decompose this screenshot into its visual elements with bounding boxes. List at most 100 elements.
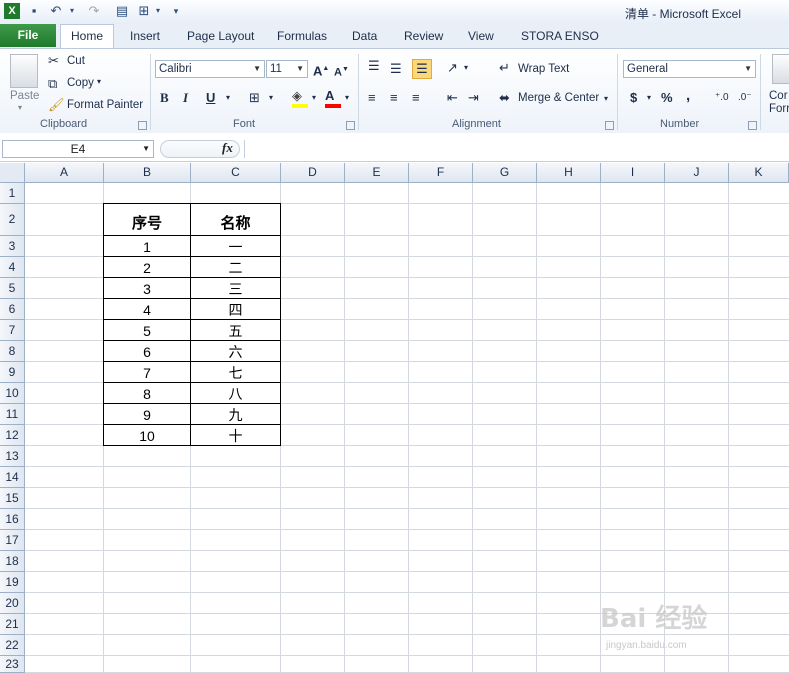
cell-b7[interactable]: 5 — [103, 319, 191, 341]
cell-b6[interactable]: 4 — [103, 298, 191, 320]
row-header-18[interactable]: 18 — [0, 551, 25, 572]
tab-formulas[interactable]: Formulas — [277, 29, 327, 43]
cell-c7[interactable]: 五 — [190, 319, 281, 341]
cut-icon[interactable]: ✂ — [48, 53, 59, 69]
cell-b12[interactable]: 10 — [103, 424, 191, 446]
tab-file[interactable]: File — [0, 24, 56, 47]
alignment-dialog-launcher-icon[interactable] — [605, 121, 614, 130]
increase-decimal-icon[interactable]: ⁺.0 — [715, 90, 729, 106]
row-header-9[interactable]: 9 — [0, 362, 25, 383]
orientation-icon[interactable]: ↗ — [447, 60, 458, 76]
align-top-icon[interactable]: ☰ — [368, 58, 380, 74]
cell-c12[interactable]: 十 — [190, 424, 281, 446]
formula-input[interactable] — [244, 140, 789, 158]
row-header-2[interactable]: 2 — [0, 204, 25, 236]
font-dialog-launcher-icon[interactable] — [346, 121, 355, 130]
table-dropdown-icon[interactable]: ▾ — [150, 3, 166, 19]
font-size-combo[interactable]: 11 ▼ — [266, 60, 308, 78]
column-header-f[interactable]: F — [409, 163, 473, 183]
percent-button[interactable]: % — [661, 90, 673, 106]
cell-b9[interactable]: 7 — [103, 361, 191, 383]
row-header-22[interactable]: 22 — [0, 635, 25, 656]
row-header-5[interactable]: 5 — [0, 278, 25, 299]
insert-function-button[interactable]: fx — [222, 140, 233, 156]
column-header-e[interactable]: E — [345, 163, 409, 183]
align-right-icon[interactable]: ≡ — [412, 90, 420, 106]
column-header-d[interactable]: D — [281, 163, 345, 183]
wrap-text-button[interactable]: Wrap Text — [518, 63, 569, 75]
copy-icon[interactable]: ⧉ — [48, 76, 57, 92]
decrease-indent-icon[interactable]: ⇤ — [447, 90, 458, 106]
comma-button[interactable]: , — [686, 88, 690, 104]
tab-data[interactable]: Data — [352, 29, 377, 43]
column-header-i[interactable]: I — [601, 163, 665, 183]
font-name-combo[interactable]: Calibri ▼ — [155, 60, 265, 78]
row-header-17[interactable]: 17 — [0, 530, 25, 551]
tab-insert[interactable]: Insert — [130, 29, 160, 43]
row-header-14[interactable]: 14 — [0, 467, 25, 488]
customize-qat-icon[interactable]: ▾ — [168, 3, 184, 19]
underline-dropdown-icon[interactable]: ▾ — [226, 93, 230, 102]
row-header-8[interactable]: 8 — [0, 341, 25, 362]
name-box-dropdown-icon[interactable]: ▼ — [142, 141, 150, 157]
row-header-3[interactable]: 3 — [0, 236, 25, 257]
tab-view[interactable]: View — [468, 29, 494, 43]
cell-b5[interactable]: 3 — [103, 277, 191, 299]
undo-dropdown-icon[interactable]: ▾ — [64, 3, 80, 19]
paste-dropdown-icon[interactable]: ▾ — [18, 103, 22, 112]
bold-button[interactable]: B — [160, 90, 169, 106]
copy-button[interactable]: Copy — [67, 77, 94, 89]
cell-b3[interactable]: 1 — [103, 235, 191, 257]
tab-home[interactable]: Home — [60, 24, 114, 48]
align-middle-icon[interactable]: ☰ — [390, 61, 402, 77]
tab-page-layout[interactable]: Page Layout — [187, 29, 254, 43]
column-header-h[interactable]: H — [537, 163, 601, 183]
row-header-12[interactable]: 12 — [0, 425, 25, 446]
font-color-dropdown-icon[interactable]: ▾ — [345, 93, 349, 102]
conditional-formatting-label-1[interactable]: Cor — [769, 90, 788, 102]
select-all-corner[interactable] — [0, 163, 25, 183]
cell-b10[interactable]: 8 — [103, 382, 191, 404]
cell-c11[interactable]: 九 — [190, 403, 281, 425]
cell-c9[interactable]: 七 — [190, 361, 281, 383]
underline-button[interactable]: U — [206, 90, 215, 106]
cell-b8[interactable]: 6 — [103, 340, 191, 362]
undo-icon[interactable]: ↶ — [48, 3, 64, 19]
tab-review[interactable]: Review — [404, 29, 443, 43]
column-header-a[interactable]: A — [25, 163, 104, 183]
cell-b4[interactable]: 2 — [103, 256, 191, 278]
copy-dropdown-icon[interactable]: ▾ — [97, 77, 101, 86]
italic-button[interactable]: I — [183, 90, 188, 106]
cell-c5[interactable]: 三 — [190, 277, 281, 299]
cell-c8[interactable]: 六 — [190, 340, 281, 362]
borders-icon[interactable]: ⊞ — [249, 90, 260, 106]
merge-dropdown-icon[interactable]: ▾ — [604, 94, 608, 103]
row-header-21[interactable]: 21 — [0, 614, 25, 635]
column-header-c[interactable]: C — [191, 163, 281, 183]
row-header-23[interactable]: 23 — [0, 656, 25, 673]
paste-icon[interactable] — [10, 54, 38, 88]
format-painter-icon[interactable]: 🖌 — [48, 97, 65, 113]
cell-b11[interactable]: 9 — [103, 403, 191, 425]
shrink-font-icon[interactable]: A▼ — [334, 62, 349, 81]
merge-center-icon[interactable]: ⬌ — [499, 90, 510, 106]
merge-center-button[interactable]: Merge & Center — [518, 92, 599, 104]
column-header-j[interactable]: J — [665, 163, 729, 183]
row-header-19[interactable]: 19 — [0, 572, 25, 593]
row-header-10[interactable]: 10 — [0, 383, 25, 404]
align-center-icon[interactable]: ≡ — [390, 90, 398, 106]
format-painter-button[interactable]: Format Painter — [67, 99, 143, 111]
row-header-16[interactable]: 16 — [0, 509, 25, 530]
column-header-b[interactable]: B — [104, 163, 191, 183]
cell-c4[interactable]: 二 — [190, 256, 281, 278]
row-header-11[interactable]: 11 — [0, 404, 25, 425]
cell-c3[interactable]: 一 — [190, 235, 281, 257]
name-box[interactable]: E4 ▼ — [2, 140, 154, 158]
column-header-g[interactable]: G — [473, 163, 537, 183]
fill-color-dropdown-icon[interactable]: ▾ — [312, 93, 316, 102]
decrease-decimal-icon[interactable]: .0⁻ — [738, 90, 752, 106]
cell-c10[interactable]: 八 — [190, 382, 281, 404]
redo-icon[interactable]: ↷ — [86, 3, 102, 19]
cell-c6[interactable]: 四 — [190, 298, 281, 320]
align-bottom-icon[interactable]: ☰ — [412, 59, 432, 79]
